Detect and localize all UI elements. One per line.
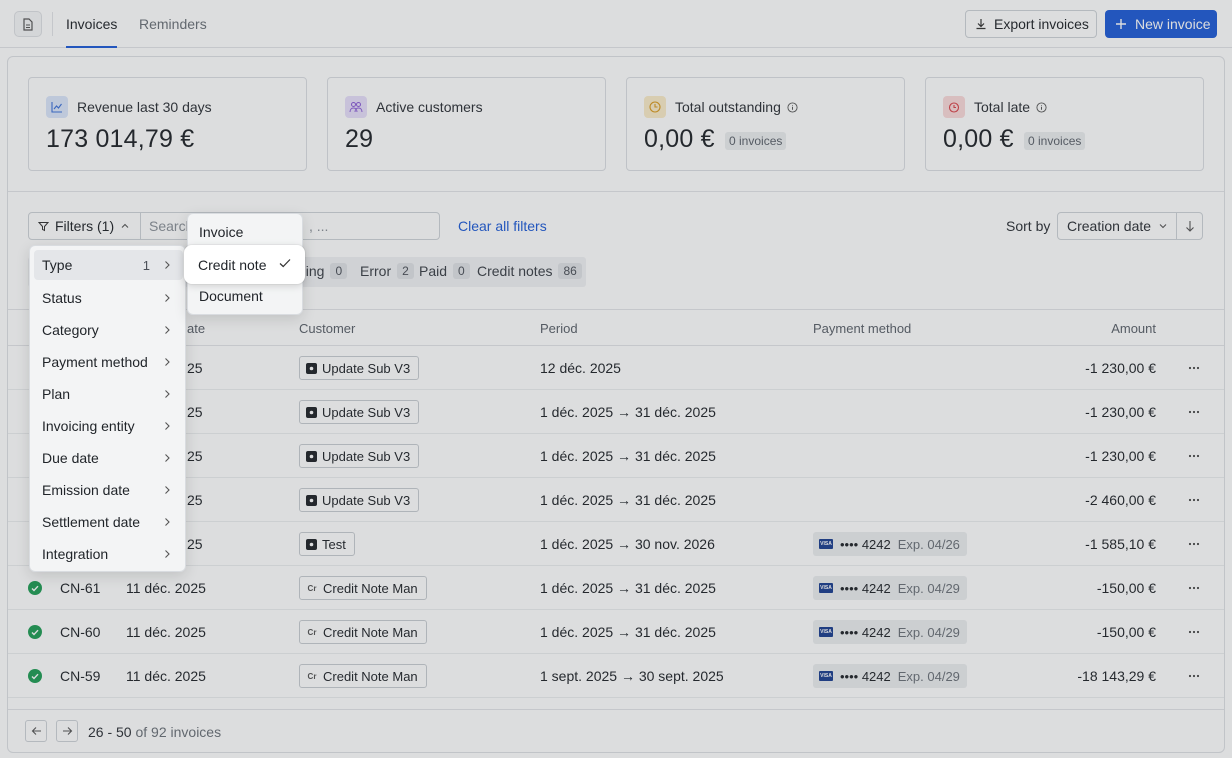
filter-menu-item-status[interactable]: Status [34,283,183,313]
filter-menu-item-settlement-date[interactable]: Settlement date [34,507,183,537]
filter-menu-label: Due date [42,450,99,466]
filter-menu-item-payment-method[interactable]: Payment method [34,347,183,377]
chevron-right-icon [165,358,170,366]
chevron-right-icon [165,261,170,269]
filter-menu-item-category[interactable]: Category [34,315,183,345]
filter-menu-label: Emission date [42,482,130,498]
filter-menu-label: Category [42,322,99,338]
filter-count: 1 [142,257,150,273]
filter-menu: Type 1 Status Category Payment method Plan Inv… [29,245,186,572]
chevron-right-icon [165,422,170,430]
type-option-document[interactable]: Document [192,281,300,311]
filter-menu-item-emission-date[interactable]: Emission date [34,475,183,505]
filter-menu-item-due-date[interactable]: Due date [34,443,183,473]
filter-menu-item-plan[interactable]: Plan [34,379,183,409]
chevron-right-icon [165,454,170,462]
filter-menu-label: Type [42,257,73,273]
chevron-right-icon [165,486,170,494]
filter-menu-label: Settlement date [42,514,141,530]
check-icon [279,259,291,268]
type-option-label: Credit note [198,256,267,273]
filter-menu-label: Payment method [42,354,148,370]
filter-menu-item-integration[interactable]: Integration [34,539,183,569]
filter-menu-label: Integration [42,546,109,562]
filter-menu-label: Plan [42,386,71,402]
filter-menu-item-type[interactable]: Type 1 [34,250,183,280]
chevron-right-icon [165,390,170,398]
filter-menu-label: Invoicing entity [42,418,135,434]
chevron-right-icon [165,518,170,526]
type-option-invoice[interactable]: Invoice [192,217,300,247]
chevron-right-icon [165,294,170,302]
type-option-credit-note[interactable]: Credit note [184,245,305,284]
filter-menu-item-invoicing-entity[interactable]: Invoicing entity [34,411,183,441]
chevron-right-icon [165,326,170,334]
filter-menu-label: Status [42,290,82,306]
chevron-right-icon [165,550,170,558]
